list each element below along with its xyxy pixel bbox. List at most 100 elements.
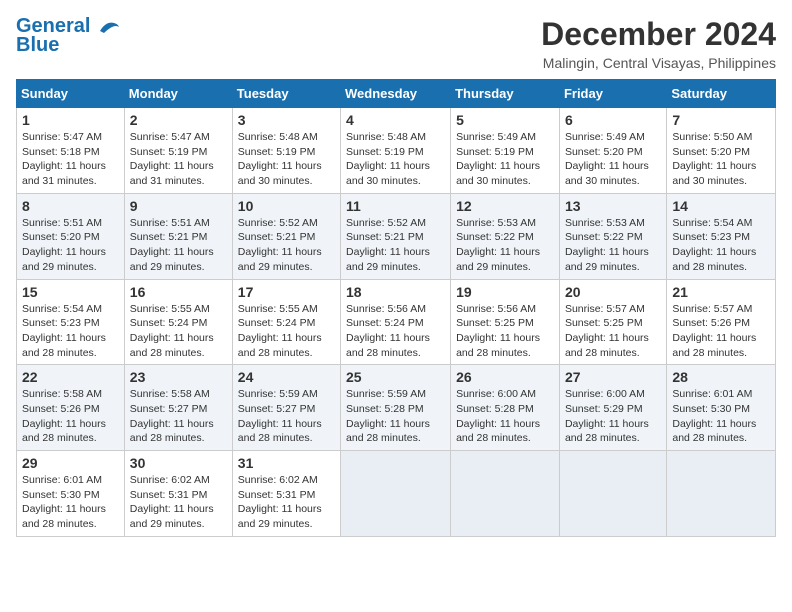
- weekday-header-friday: Friday: [559, 80, 666, 108]
- day-info: Sunrise: 5:50 AM Sunset: 5:20 PM Dayligh…: [672, 130, 770, 189]
- day-number: 20: [565, 284, 661, 300]
- day-number: 13: [565, 198, 661, 214]
- day-info: Sunrise: 5:47 AM Sunset: 5:19 PM Dayligh…: [130, 130, 227, 189]
- day-info: Sunrise: 5:53 AM Sunset: 5:22 PM Dayligh…: [456, 216, 554, 275]
- calendar-table: SundayMondayTuesdayWednesdayThursdayFrid…: [16, 79, 776, 537]
- day-info: Sunrise: 5:55 AM Sunset: 5:24 PM Dayligh…: [130, 302, 227, 361]
- weekday-header-monday: Monday: [124, 80, 232, 108]
- calendar-cell: 15Sunrise: 5:54 AM Sunset: 5:23 PM Dayli…: [17, 279, 125, 365]
- day-info: Sunrise: 6:00 AM Sunset: 5:28 PM Dayligh…: [456, 387, 554, 446]
- day-info: Sunrise: 5:53 AM Sunset: 5:22 PM Dayligh…: [565, 216, 661, 275]
- day-info: Sunrise: 5:56 AM Sunset: 5:24 PM Dayligh…: [346, 302, 445, 361]
- calendar-cell: [451, 451, 560, 537]
- calendar-cell: [667, 451, 776, 537]
- day-number: 21: [672, 284, 770, 300]
- logo: General Blue: [16, 16, 120, 57]
- calendar-cell: 9Sunrise: 5:51 AM Sunset: 5:21 PM Daylig…: [124, 193, 232, 279]
- day-info: Sunrise: 5:58 AM Sunset: 5:26 PM Dayligh…: [22, 387, 119, 446]
- title-area: December 2024 Malingin, Central Visayas,…: [541, 16, 776, 71]
- day-info: Sunrise: 5:55 AM Sunset: 5:24 PM Dayligh…: [238, 302, 335, 361]
- day-number: 3: [238, 112, 335, 128]
- day-number: 5: [456, 112, 554, 128]
- calendar-cell: 17Sunrise: 5:55 AM Sunset: 5:24 PM Dayli…: [232, 279, 340, 365]
- calendar-cell: 8 Sunrise: 5:51 AM Sunset: 5:20 PM Daylig…: [17, 193, 125, 279]
- calendar-cell: 30 Sunrise: 6:02 AM Sunset: 5:31 PM Dayli…: [124, 451, 232, 537]
- day-number: 30: [130, 455, 227, 471]
- weekday-header-tuesday: Tuesday: [232, 80, 340, 108]
- calendar-cell: 1Sunrise: 5:47 AM Sunset: 5:18 PM Daylig…: [17, 108, 125, 194]
- day-info: Sunrise: 5:51 AM Sunset: 5:20 PM Dayligh…: [22, 216, 119, 275]
- month-title: December 2024: [541, 16, 776, 53]
- day-info: Sunrise: 5:56 AM Sunset: 5:25 PM Dayligh…: [456, 302, 554, 361]
- day-number: 6: [565, 112, 661, 128]
- calendar-cell: 24 Sunrise: 5:59 AM Sunset: 5:27 PM Dayli…: [232, 365, 340, 451]
- calendar-week-row: 8 Sunrise: 5:51 AM Sunset: 5:20 PM Daylig…: [17, 193, 776, 279]
- calendar-cell: 3 Sunrise: 5:48 AM Sunset: 5:19 PM Daylig…: [232, 108, 340, 194]
- day-number: 12: [456, 198, 554, 214]
- calendar-week-row: 22 Sunrise: 5:58 AM Sunset: 5:26 PM Dayli…: [17, 365, 776, 451]
- calendar-cell: 21Sunrise: 5:57 AM Sunset: 5:26 PM Dayli…: [667, 279, 776, 365]
- calendar-cell: 7 Sunrise: 5:50 AM Sunset: 5:20 PM Daylig…: [667, 108, 776, 194]
- day-info: Sunrise: 5:52 AM Sunset: 5:21 PM Dayligh…: [346, 216, 445, 275]
- logo-bird-icon: [98, 19, 120, 35]
- day-info: Sunrise: 6:02 AM Sunset: 5:31 PM Dayligh…: [130, 473, 227, 532]
- weekday-header-thursday: Thursday: [451, 80, 560, 108]
- day-number: 23: [130, 369, 227, 385]
- calendar-cell: 6 Sunrise: 5:49 AM Sunset: 5:20 PM Daylig…: [559, 108, 666, 194]
- day-info: Sunrise: 5:59 AM Sunset: 5:28 PM Dayligh…: [346, 387, 445, 446]
- day-number: 16: [130, 284, 227, 300]
- day-number: 7: [672, 112, 770, 128]
- day-number: 31: [238, 455, 335, 471]
- calendar-cell: 22 Sunrise: 5:58 AM Sunset: 5:26 PM Dayli…: [17, 365, 125, 451]
- weekday-header-saturday: Saturday: [667, 80, 776, 108]
- calendar-cell: 31 Sunrise: 6:02 AM Sunset: 5:31 PM Dayli…: [232, 451, 340, 537]
- calendar-cell: 13 Sunrise: 5:53 AM Sunset: 5:22 PM Dayli…: [559, 193, 666, 279]
- calendar-cell: [341, 451, 451, 537]
- day-info: Sunrise: 5:59 AM Sunset: 5:27 PM Dayligh…: [238, 387, 335, 446]
- header: General Blue December 2024 Malingin, Cen…: [16, 16, 776, 71]
- calendar-cell: 2Sunrise: 5:47 AM Sunset: 5:19 PM Daylig…: [124, 108, 232, 194]
- day-number: 15: [22, 284, 119, 300]
- logo-blue: Blue: [16, 34, 59, 57]
- day-info: Sunrise: 5:47 AM Sunset: 5:18 PM Dayligh…: [22, 130, 119, 189]
- calendar-cell: 14Sunrise: 5:54 AM Sunset: 5:23 PM Dayli…: [667, 193, 776, 279]
- calendar-cell: 10 Sunrise: 5:52 AM Sunset: 5:21 PM Dayli…: [232, 193, 340, 279]
- day-number: 19: [456, 284, 554, 300]
- calendar-cell: 20 Sunrise: 5:57 AM Sunset: 5:25 PM Dayli…: [559, 279, 666, 365]
- calendar-cell: 19 Sunrise: 5:56 AM Sunset: 5:25 PM Dayli…: [451, 279, 560, 365]
- calendar-cell: 29Sunrise: 6:01 AM Sunset: 5:30 PM Dayli…: [17, 451, 125, 537]
- day-number: 8: [22, 198, 119, 214]
- day-number: 18: [346, 284, 445, 300]
- day-number: 22: [22, 369, 119, 385]
- day-info: Sunrise: 6:01 AM Sunset: 5:30 PM Dayligh…: [672, 387, 770, 446]
- day-number: 25: [346, 369, 445, 385]
- calendar-cell: 4Sunrise: 5:48 AM Sunset: 5:19 PM Daylig…: [341, 108, 451, 194]
- day-info: Sunrise: 5:48 AM Sunset: 5:19 PM Dayligh…: [238, 130, 335, 189]
- day-info: Sunrise: 5:57 AM Sunset: 5:25 PM Dayligh…: [565, 302, 661, 361]
- weekday-header-sunday: Sunday: [17, 80, 125, 108]
- day-number: 26: [456, 369, 554, 385]
- calendar-week-row: 15Sunrise: 5:54 AM Sunset: 5:23 PM Dayli…: [17, 279, 776, 365]
- day-info: Sunrise: 5:49 AM Sunset: 5:20 PM Dayligh…: [565, 130, 661, 189]
- calendar-cell: 26 Sunrise: 6:00 AM Sunset: 5:28 PM Dayli…: [451, 365, 560, 451]
- day-number: 28: [672, 369, 770, 385]
- calendar-cell: 18 Sunrise: 5:56 AM Sunset: 5:24 PM Dayli…: [341, 279, 451, 365]
- day-info: Sunrise: 5:51 AM Sunset: 5:21 PM Dayligh…: [130, 216, 227, 275]
- day-info: Sunrise: 6:02 AM Sunset: 5:31 PM Dayligh…: [238, 473, 335, 532]
- day-info: Sunrise: 5:58 AM Sunset: 5:27 PM Dayligh…: [130, 387, 227, 446]
- calendar-cell: 25 Sunrise: 5:59 AM Sunset: 5:28 PM Dayli…: [341, 365, 451, 451]
- weekday-header-wednesday: Wednesday: [341, 80, 451, 108]
- day-info: Sunrise: 5:52 AM Sunset: 5:21 PM Dayligh…: [238, 216, 335, 275]
- day-info: Sunrise: 6:01 AM Sunset: 5:30 PM Dayligh…: [22, 473, 119, 532]
- calendar-cell: 16 Sunrise: 5:55 AM Sunset: 5:24 PM Dayli…: [124, 279, 232, 365]
- calendar-cell: 12 Sunrise: 5:53 AM Sunset: 5:22 PM Dayli…: [451, 193, 560, 279]
- calendar-cell: 23 Sunrise: 5:58 AM Sunset: 5:27 PM Dayli…: [124, 365, 232, 451]
- day-number: 24: [238, 369, 335, 385]
- day-info: Sunrise: 5:49 AM Sunset: 5:19 PM Dayligh…: [456, 130, 554, 189]
- day-info: Sunrise: 6:00 AM Sunset: 5:29 PM Dayligh…: [565, 387, 661, 446]
- day-info: Sunrise: 5:54 AM Sunset: 5:23 PM Dayligh…: [672, 216, 770, 275]
- calendar-week-row: 29Sunrise: 6:01 AM Sunset: 5:30 PM Dayli…: [17, 451, 776, 537]
- calendar-cell: 27Sunrise: 6:00 AM Sunset: 5:29 PM Dayli…: [559, 365, 666, 451]
- calendar-cell: 11Sunrise: 5:52 AM Sunset: 5:21 PM Dayli…: [341, 193, 451, 279]
- day-number: 10: [238, 198, 335, 214]
